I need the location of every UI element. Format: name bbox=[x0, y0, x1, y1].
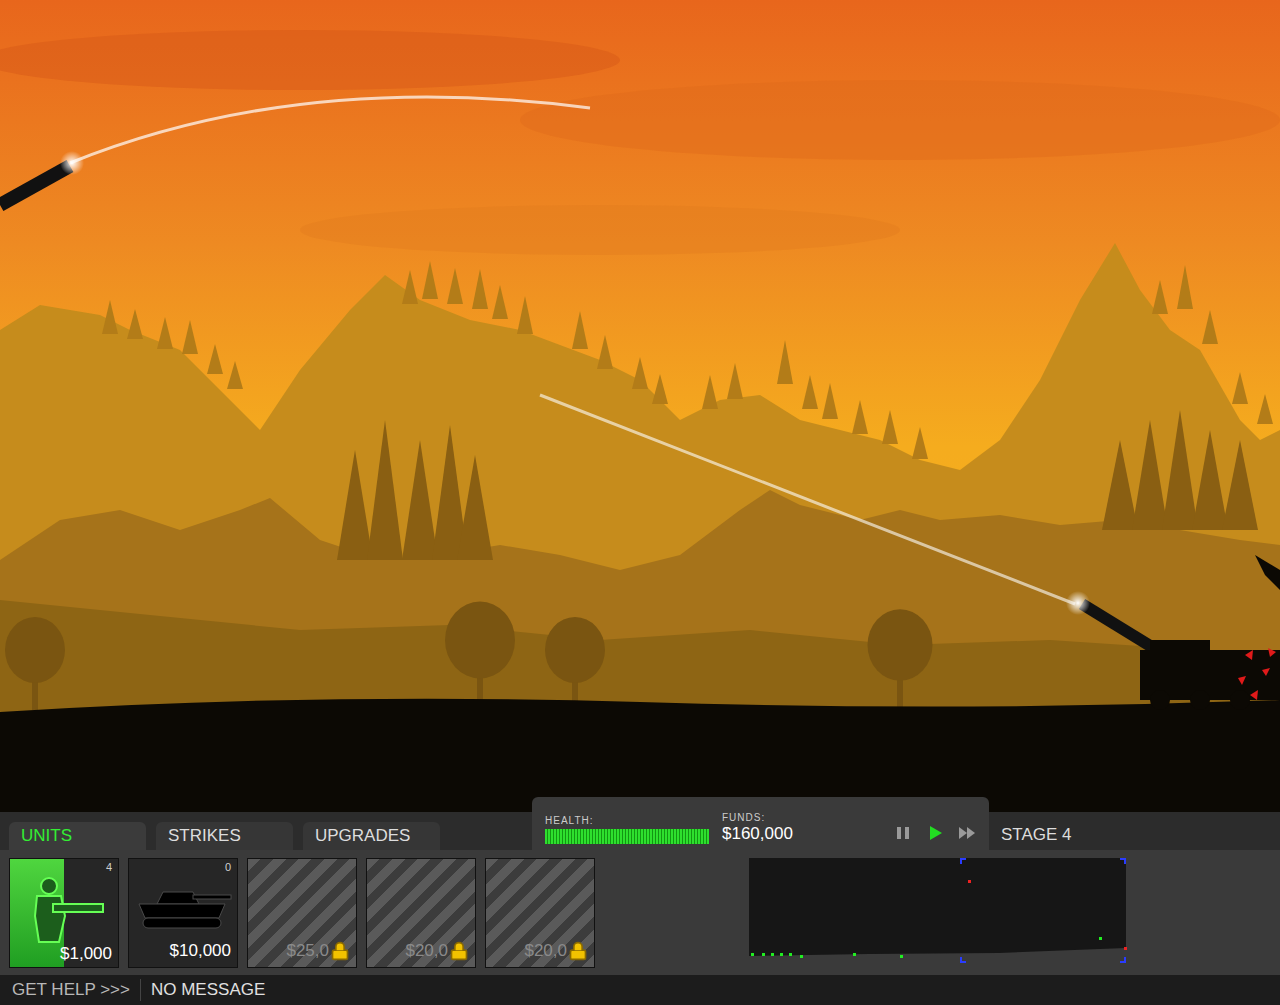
unit-price: $10,000 bbox=[170, 941, 231, 961]
tab-bar: UNITS STRIKES UPGRADES bbox=[9, 822, 440, 850]
unit-card: $20,0 bbox=[485, 858, 595, 968]
minimap-unit-dot bbox=[780, 953, 783, 956]
minimap-unit-dot bbox=[1124, 947, 1127, 950]
health-bar bbox=[545, 829, 709, 844]
minimap-unit-dot bbox=[853, 953, 856, 956]
footer-bar: GET HELP >>>NO MESSAGE bbox=[0, 975, 1280, 1005]
soldier-icon bbox=[19, 874, 109, 944]
stage-label: STAGE 4 bbox=[1001, 824, 1072, 850]
minimap-unit-dot bbox=[771, 953, 774, 956]
minimap-unit-dot bbox=[751, 953, 754, 956]
lock-icon bbox=[568, 941, 588, 961]
funds-label: FUNDS: bbox=[722, 812, 793, 824]
message-text: NO MESSAGE bbox=[141, 977, 265, 1003]
funds-value: $160,000 bbox=[722, 824, 793, 844]
status-panel: HEALTH: FUNDS:$160,000 bbox=[532, 797, 989, 850]
minimap-viewport[interactable] bbox=[960, 858, 1126, 963]
lock-icon bbox=[330, 941, 350, 961]
footer-divider bbox=[140, 979, 141, 1001]
unit-panel: 4 $1,000 0 $10,000 $25,0 $20,0 $20,0 bbox=[0, 850, 1280, 975]
minimap-unit-dot bbox=[968, 880, 971, 883]
minimap-unit-dot bbox=[900, 955, 903, 958]
minimap-unit-dot bbox=[762, 953, 765, 956]
tab[interactable]: UPGRADES bbox=[303, 822, 440, 850]
unit-card[interactable]: 4 $1,000 bbox=[9, 858, 119, 968]
minimap-unit-dot bbox=[789, 953, 792, 956]
tab[interactable]: STRIKES bbox=[156, 822, 293, 850]
pause-icon[interactable] bbox=[894, 824, 912, 842]
unit-price: $25,0 bbox=[286, 941, 329, 961]
unit-count: 0 bbox=[225, 860, 231, 877]
minimap[interactable] bbox=[749, 858, 1126, 963]
tab[interactable]: UNITS bbox=[9, 822, 146, 850]
minimap-unit-dot bbox=[800, 955, 803, 958]
battlefield-scene bbox=[0, 0, 1280, 812]
unit-price: $1,000 bbox=[60, 944, 112, 964]
unit-card[interactable]: 0 $10,000 bbox=[128, 858, 238, 968]
unit-card: $20,0 bbox=[366, 858, 476, 968]
fast-forward-icon[interactable] bbox=[958, 824, 976, 842]
game-screen: UNITS STRIKES UPGRADES HEALTH: FUNDS:$160,00… bbox=[0, 0, 1280, 1005]
minimap-ground bbox=[749, 858, 1126, 963]
minimap-unit-dot bbox=[1099, 937, 1102, 940]
lock-icon bbox=[449, 941, 469, 961]
unit-card: $25,0 bbox=[247, 858, 357, 968]
hud-top-row: UNITS STRIKES UPGRADES HEALTH: FUNDS:$160,00… bbox=[0, 812, 1280, 850]
unit-price: $20,0 bbox=[405, 941, 448, 961]
battlefield[interactable] bbox=[0, 0, 1280, 812]
speed-controls bbox=[894, 824, 976, 844]
get-help-link[interactable]: GET HELP >>> bbox=[12, 977, 140, 1003]
unit-price: $20,0 bbox=[524, 941, 567, 961]
unit-list: 4 $1,000 0 $10,000 $25,0 $20,0 $20,0 bbox=[9, 858, 595, 968]
tank-icon bbox=[133, 884, 233, 934]
hud: UNITS STRIKES UPGRADES HEALTH: FUNDS:$160,00… bbox=[0, 812, 1280, 1005]
health-fill bbox=[545, 829, 709, 844]
unit-count: 4 bbox=[106, 860, 112, 874]
health-label: HEALTH: bbox=[545, 815, 709, 827]
play-icon[interactable] bbox=[926, 824, 944, 842]
